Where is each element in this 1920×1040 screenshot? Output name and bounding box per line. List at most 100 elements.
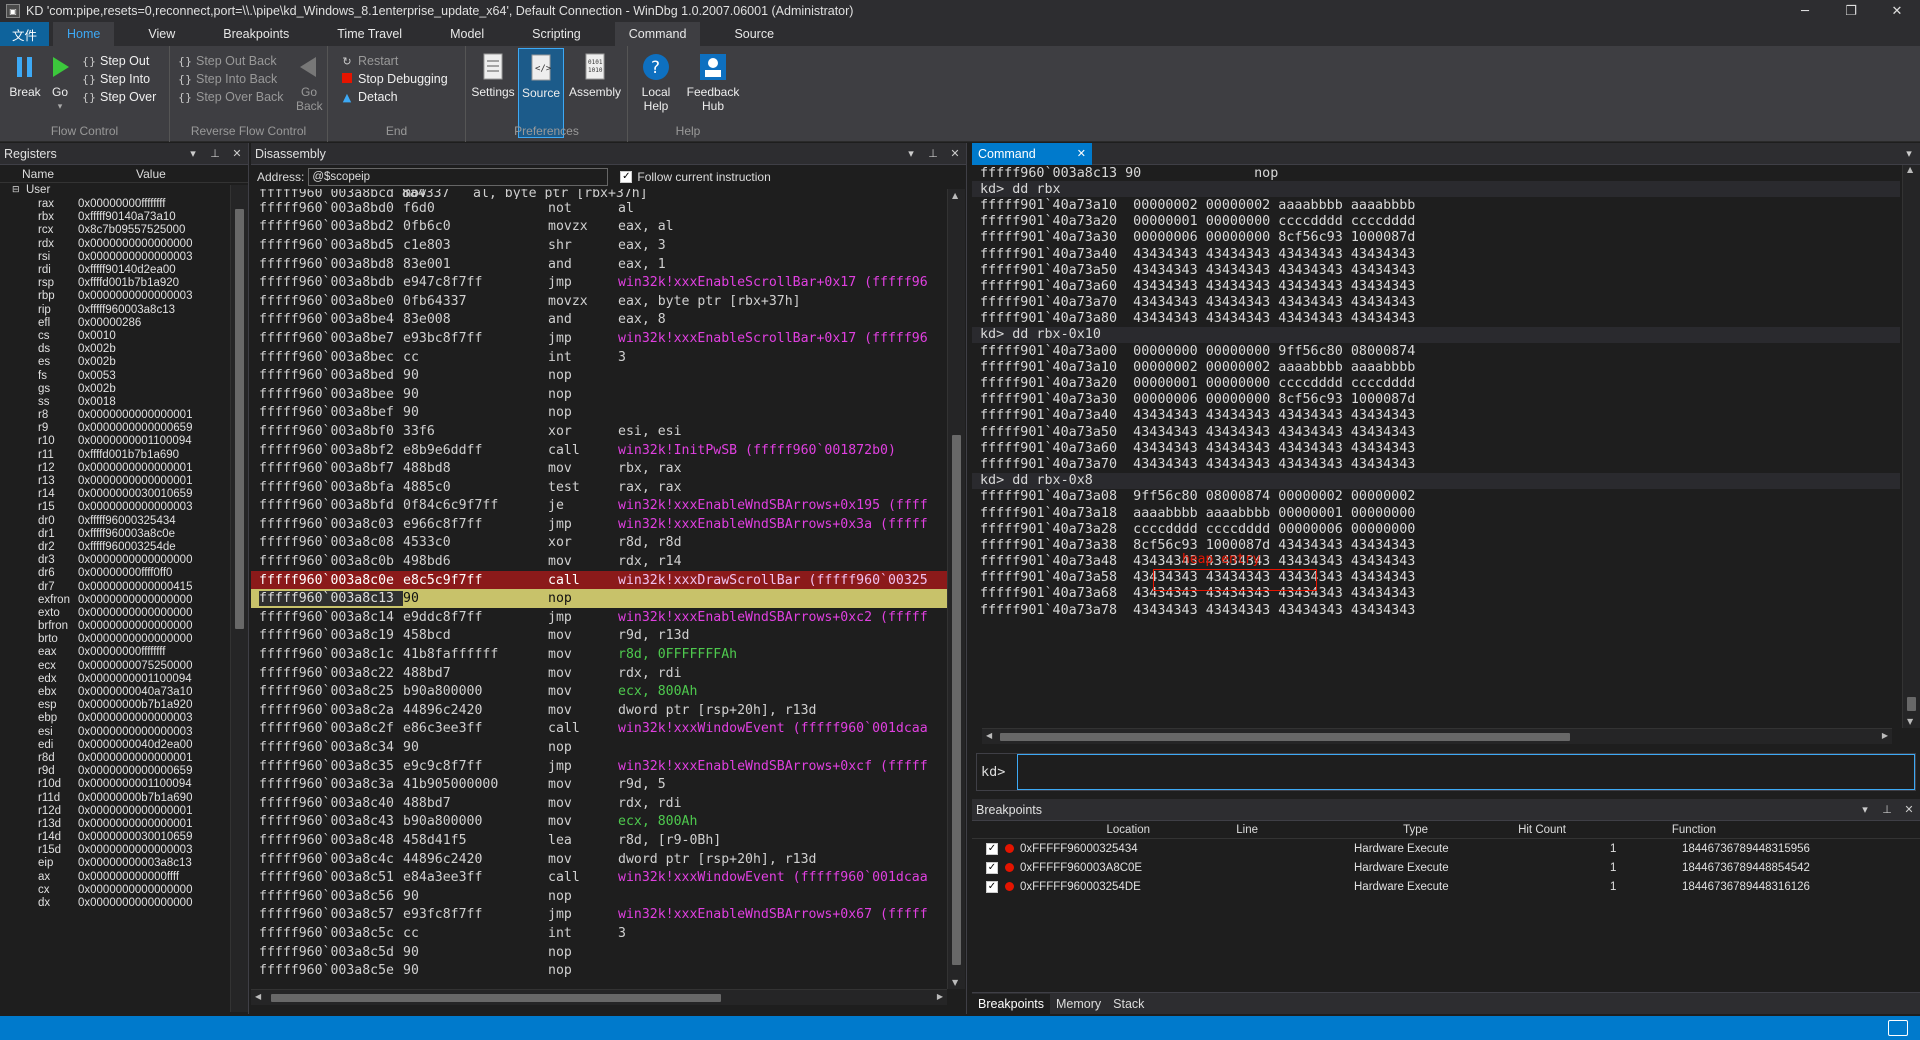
register-row[interactable]: r8d 0x0000000000000001 — [0, 752, 248, 765]
disasm-operands[interactable]: win32k!InitPwSB (fffff960`001872b0) — [618, 443, 947, 458]
restart-button[interactable]: ↻ Restart — [340, 52, 398, 70]
register-row[interactable]: rsi 0x0000000000000003 — [0, 251, 248, 264]
register-row[interactable]: r11d 0x00000000b7b1a690 — [0, 791, 248, 804]
stop-debugging-button[interactable]: Stop Debugging — [340, 70, 448, 88]
tab-breakpoints-bottom[interactable]: Breakpoints — [972, 993, 1051, 1014]
step-over-back-button[interactable]: {} Step Over Back — [178, 88, 284, 106]
register-row[interactable]: es 0x002b — [0, 356, 248, 369]
disasm-row[interactable]: fffff960`003a8bf7 488bd8 mov rbx, rax — [251, 459, 947, 478]
scroll-right-icon[interactable]: ▶ — [937, 992, 943, 1001]
tab-model[interactable]: Model — [436, 22, 498, 46]
disassembly-vscroll-thumb[interactable] — [952, 435, 961, 965]
register-row[interactable]: r9d 0x0000000000000659 — [0, 765, 248, 778]
break-button[interactable]: Break — [6, 52, 44, 99]
disasm-operands[interactable]: win32k!xxxWindowEvent (fffff960`001dcaa — [618, 870, 947, 885]
command-vscroll-thumb[interactable] — [1907, 697, 1916, 711]
go-button[interactable]: Go ▾ — [46, 52, 74, 113]
register-row[interactable]: ebx 0x0000000040a73a10 — [0, 686, 248, 699]
register-row[interactable]: ss 0x0018 — [0, 396, 248, 409]
scroll-up-icon[interactable]: ▲ — [952, 191, 958, 200]
breakpoint-enabled-checkbox[interactable]: ✓ — [986, 842, 998, 855]
disasm-operands[interactable]: win32k!xxxEnableScrollBar+0x17 (fffff96 — [618, 331, 947, 346]
hit-count-column-header[interactable]: Hit Count — [1436, 824, 1572, 836]
register-row[interactable]: gs 0x002b — [0, 383, 248, 396]
close-icon[interactable]: ✕ — [1874, 0, 1920, 22]
register-row[interactable]: r15 0x0000000000000003 — [0, 501, 248, 514]
disasm-row[interactable]: fffff960`003a8c22 488bd7 mov rdx, rdi — [251, 664, 947, 683]
disasm-row[interactable]: fffff960`003a8c14 e9ddc8f7ff jmp win32k!xxx… — [251, 608, 947, 627]
disasm-row[interactable]: fffff960`003a8c35 e9c9c8f7ff jmp win32k!xxx… — [251, 757, 947, 776]
breakpoint-instruction-row[interactable]: fffff960`003a8c0e e8c5c9f7ff call win32k!xx… — [251, 570, 947, 590]
go-back-button[interactable]: Go Back — [294, 52, 324, 113]
follow-checkbox[interactable]: ✓ — [620, 171, 633, 183]
pin-icon[interactable]: ⊥ — [204, 147, 226, 160]
close-icon[interactable]: ✕ — [1898, 803, 1920, 816]
disassembly-vscrollbar[interactable]: ▲ ▼ — [947, 189, 965, 989]
register-row[interactable]: ax 0x000000000000ffff — [0, 871, 248, 884]
name-column-header[interactable]: Name — [0, 167, 78, 181]
register-row[interactable]: rbx 0xfffff90140a73a10 — [0, 211, 248, 224]
register-row[interactable]: rdi 0xfffff90140d2ea00 — [0, 264, 248, 277]
tab-command[interactable]: Command — [614, 22, 701, 46]
register-row[interactable]: ecx 0x0000000075250000 — [0, 660, 248, 673]
disasm-row[interactable]: fffff960`003a8bef 90 nop — [251, 404, 947, 423]
tab-time-travel[interactable]: Time Travel — [323, 22, 416, 46]
dropdown-icon[interactable]: ▾ — [1854, 803, 1876, 816]
minimize-icon[interactable]: ─ — [1782, 0, 1828, 22]
register-row[interactable]: edi 0x0000000040d2ea00 — [0, 739, 248, 752]
register-row[interactable]: dx 0x0000000000000000 — [0, 897, 248, 910]
register-row[interactable]: dr1 0xfffff960003a8c0e — [0, 528, 248, 541]
disasm-row[interactable]: fffff960`003a8c08 4533c0 xor r8d, r8d — [251, 534, 947, 553]
register-row[interactable]: dr7 0x0000000000000415 — [0, 580, 248, 593]
disasm-operands[interactable]: win32k!xxxEnableWndSBArrows+0xcf (fffff — [618, 759, 947, 774]
value-column-header[interactable]: Value — [78, 167, 166, 181]
register-row[interactable]: r10 0x0000000001100094 — [0, 435, 248, 448]
step-into-back-button[interactable]: {} Step Into Back — [178, 70, 277, 88]
scroll-down-icon[interactable]: ▼ — [952, 978, 958, 987]
scroll-down-icon[interactable]: ▼ — [1907, 717, 1913, 726]
tab-stack[interactable]: Stack — [1107, 994, 1150, 1014]
register-row[interactable]: rcx 0x8c7b09557525000 — [0, 224, 248, 237]
restore-icon[interactable]: ❐ — [1828, 0, 1874, 22]
disasm-row[interactable]: fffff960`003a8c56 90 nop — [251, 887, 947, 906]
disassembly-hscroll-thumb[interactable] — [271, 994, 721, 1002]
close-icon[interactable]: ✕ — [226, 147, 248, 160]
disasm-row[interactable]: fffff960`003a8bf0 33f6 xor esi, esi — [251, 422, 947, 441]
register-row[interactable]: dr0 0xfffff96000325434 — [0, 515, 248, 528]
disasm-row[interactable]: fffff960`003a8bee 90 nop — [251, 385, 947, 404]
step-out-back-button[interactable]: {} Step Out Back — [178, 52, 277, 70]
disasm-row[interactable]: fffff960`003a8c1c 41b8faffffff mov r8d, 0FF… — [251, 645, 947, 664]
disasm-row[interactable]: fffff960`003a8bd2 0fb6c0 movzx eax, al — [251, 218, 947, 237]
close-icon[interactable]: ✕ — [944, 147, 966, 160]
registers-scrollbar[interactable] — [230, 185, 248, 1012]
register-row[interactable]: rbp 0x0000000000000003 — [0, 290, 248, 303]
register-row[interactable]: esi 0x0000000000000003 — [0, 726, 248, 739]
command-hscroll-thumb[interactable] — [1000, 733, 1570, 741]
register-row[interactable]: eip 0x00000000003a8c13 — [0, 857, 248, 870]
register-row[interactable]: r14d 0x0000000030010659 — [0, 831, 248, 844]
breakpoint-row[interactable]: ✓ 0xFFFFF960003A8C0E Hardware Execute 1 1844… — [972, 858, 1920, 877]
disasm-row[interactable]: fffff960`003a8c5c cc int 3 — [251, 924, 947, 943]
command-vscrollbar[interactable]: ▲ ▼ — [1902, 165, 1920, 728]
disasm-row[interactable]: fffff960`003a8c19 458bcd mov r9d, r13d — [251, 627, 947, 646]
tab-memory[interactable]: Memory — [1050, 994, 1107, 1014]
tab-breakpoints[interactable]: Breakpoints — [209, 22, 303, 46]
disasm-row[interactable]: fffff960`003a8be4 83e008 and eax, 8 — [251, 311, 947, 330]
register-row[interactable]: rdx 0x0000000000000000 — [0, 238, 248, 251]
disasm-row[interactable]: fffff960`003a8bdb e947c8f7ff jmp win32k!xxx… — [251, 273, 947, 292]
assembly-button[interactable]: 0101 1010 Assembly — [566, 52, 624, 99]
disasm-row[interactable]: fffff960`003a8c5e 90 nop — [251, 961, 947, 980]
dropdown-icon[interactable]: ▾ — [1898, 147, 1920, 160]
local-help-button[interactable]: ? Local Help — [634, 52, 678, 113]
detach-button[interactable]: ▲ Detach — [340, 88, 398, 106]
disasm-partial-row[interactable]: fffff960`003a8bcd 8a4337 mov al, byte pt… — [251, 189, 947, 199]
register-row[interactable]: edx 0x0000000001100094 — [0, 673, 248, 686]
disasm-operands[interactable]: win32k!xxxEnableScrollBar+0x17 (fffff96 — [618, 275, 947, 290]
breakpoint-enabled-checkbox[interactable]: ✓ — [986, 880, 998, 893]
register-row[interactable]: r13d 0x0000000000000001 — [0, 818, 248, 831]
register-row[interactable]: r11 0xffffd001b7b1a690 — [0, 449, 248, 462]
breakpoint-enabled-checkbox[interactable]: ✓ — [986, 861, 998, 874]
register-row[interactable]: fs 0x0053 — [0, 369, 248, 382]
disasm-row[interactable]: fffff960`003a8c34 90 nop — [251, 738, 947, 757]
dropdown-icon[interactable]: ▾ — [182, 147, 204, 160]
